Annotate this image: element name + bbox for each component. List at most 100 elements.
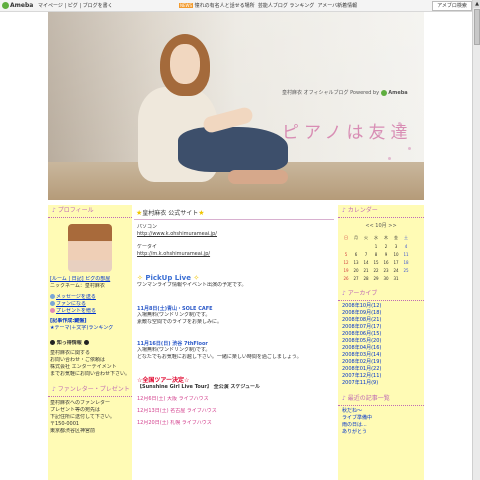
archive-link[interactable]: 2008年03月(14) [338, 352, 424, 359]
mobile-url-link[interactable]: http://m.k.ohshimurameai.jp/ [134, 251, 334, 258]
calendar-month-nav[interactable]: << 10月 >> [338, 222, 424, 229]
bullet-icon [50, 340, 55, 345]
calendar-day[interactable]: 15 [371, 258, 381, 266]
decor-dot [408, 147, 411, 150]
entry-title[interactable]: ★皇村麻衣 公式サイト★ [134, 205, 334, 220]
archive-link[interactable]: 2008年02月(19) [338, 359, 424, 366]
calendar-day[interactable]: 29 [371, 274, 381, 282]
archive-link[interactable]: 2008年06月(15) [338, 331, 424, 338]
calendar-day[interactable]: 24 [391, 266, 401, 274]
archive-link[interactable]: 2008年09月(18) [338, 310, 424, 317]
letter-line: 下記住所に送付して下さい。 [50, 414, 115, 420]
tour-heading: ☆全国ツアー決定☆ [137, 377, 190, 384]
info-heading: 知っ得情報 [48, 340, 132, 347]
become-fan-link[interactable]: ファンになる [48, 301, 132, 308]
blog-header-banner[interactable]: 皇村麻衣 オフィシャルブログ Powered by Ameba ピアノは友達 [48, 12, 424, 200]
info-line: 株式会社 エンターテイメント [50, 364, 117, 370]
calendar-day[interactable]: 11 [401, 250, 411, 258]
archive-link[interactable]: 2007年12月(11) [338, 373, 424, 380]
event-1-title[interactable]: 11月8日(土)青山・SOLE CAFE [134, 305, 334, 312]
recent-article-link[interactable]: 雨の日は... [338, 422, 424, 429]
archive-link[interactable]: 2008年10月(12) [338, 303, 424, 310]
letter-line: 皇村麻衣へのファンレター [50, 400, 111, 406]
calendar-day[interactable]: 28 [361, 274, 371, 282]
calendar-day[interactable]: 21 [361, 266, 371, 274]
info-line: 皇村麻衣に関する [50, 350, 91, 356]
letter-line: 東京都渋谷区神宮前 [50, 428, 96, 434]
ranking-heading[interactable]: [記事作成:鍵盤] [48, 318, 132, 325]
calendar-day[interactable]: 27 [351, 274, 361, 282]
recent-heading: ♪ 最近の記事一覧 [338, 393, 424, 406]
calendar-day[interactable]: 16 [381, 258, 391, 266]
calendar-day[interactable]: 25 [401, 266, 411, 274]
scroll-thumb[interactable] [474, 9, 480, 45]
calendar-day[interactable]: 22 [371, 266, 381, 274]
left-sidebar: ♪ プロフィール [ルーム | 日記] ピグの部屋 ニックネーム：皇村麻衣 メッ… [48, 205, 132, 480]
pickup-heading: ✧ PickUp Live ✧ [137, 274, 200, 282]
archive-link[interactable]: 2007年11月(9) [338, 380, 424, 387]
calendar-day[interactable]: 20 [351, 266, 361, 274]
present-link[interactable]: プレゼントを贈る [48, 308, 132, 315]
message-icon [50, 294, 55, 299]
profile-avatar[interactable] [68, 224, 112, 272]
weekday: 日 [344, 235, 348, 240]
calendar-day[interactable]: 1 [371, 242, 381, 250]
calendar-day[interactable]: 26 [341, 274, 351, 282]
header-photo-person [108, 32, 288, 200]
event-1-line: 入場無料(ワンドリンク制)です。 [137, 312, 211, 318]
calendar-day[interactable]: 14 [361, 258, 371, 266]
calendar-day[interactable] [341, 242, 351, 250]
pickup-sub: ワンマンライブ情報やイベント出演の予定です。 [137, 282, 247, 288]
pig-room-link[interactable]: [ルーム | 日記] ピグの部屋 [48, 276, 132, 283]
calendar-day[interactable]: 17 [391, 258, 401, 266]
calendar-day[interactable]: 2 [381, 242, 391, 250]
news-link-2[interactable]: 芸能人ブログ ランキング [258, 3, 314, 9]
calendar-day[interactable] [351, 242, 361, 250]
page-scrollbar[interactable]: ▲ [472, 0, 480, 480]
recent-article-link[interactable]: 秋だね～ [338, 408, 424, 415]
archive-link[interactable]: 2008年05月(20) [338, 338, 424, 345]
calendar-day[interactable]: 31 [391, 274, 401, 282]
calendar-day[interactable]: 6 [351, 250, 361, 258]
weekday: 木 [384, 235, 388, 240]
recent-article-link[interactable]: ありがとう [338, 429, 424, 436]
weekday: 金 [394, 235, 398, 240]
calendar-day[interactable]: 8 [371, 250, 381, 258]
scroll-up-arrow-icon[interactable]: ▲ [473, 0, 480, 8]
calendar-day[interactable]: 23 [381, 266, 391, 274]
letter-heading: ♪ ファンレター・プレゼント [48, 384, 132, 397]
event-2-title[interactable]: 11月16日(日) 渋谷 7thFloor [134, 340, 334, 347]
decor-dot [398, 122, 401, 125]
calendar-day[interactable]: 10 [391, 250, 401, 258]
top-nav[interactable]: マイページ | ピグ | ブログを書く [38, 2, 113, 9]
calendar-day[interactable]: 5 [341, 250, 351, 258]
archive-link[interactable]: 2008年04月(16) [338, 345, 424, 352]
tour-item[interactable]: 12月6日(土) 大阪 ライブハウス [134, 396, 334, 403]
recent-article-link[interactable]: ライブ準備中 [338, 415, 424, 422]
decor-dot [378, 132, 381, 135]
news-link[interactable]: 憧れの有名人と話せる場所 [195, 3, 255, 9]
ranking-sub[interactable]: ★テーマ(＋文字)ランキング [48, 325, 132, 332]
calendar-day[interactable]: 19 [341, 266, 351, 274]
tour-item[interactable]: 12月13日(土) 名古屋 ライブハウス [134, 408, 334, 415]
calendar-day[interactable]: 7 [361, 250, 371, 258]
calendar-day[interactable]: 30 [381, 274, 391, 282]
main-content: ★皇村麻衣 公式サイト★ パソコン http://www.k.ohshimura… [134, 205, 334, 480]
calendar-day[interactable]: 3 [391, 242, 401, 250]
send-message-link[interactable]: メッセージを送る [48, 294, 132, 301]
tour-item[interactable]: 12月20日(土) 札幌 ライブハウス [134, 420, 334, 427]
archive-link[interactable]: 2008年07月(17) [338, 324, 424, 331]
ameba-logo[interactable]: Ameba [2, 1, 33, 10]
calendar-day[interactable] [401, 274, 411, 282]
calendar-day[interactable]: 13 [351, 258, 361, 266]
news-link-3[interactable]: アメーバ新着情報 [317, 3, 357, 9]
archive-link[interactable]: 2008年01月(22) [338, 366, 424, 373]
calendar-day[interactable]: 18 [401, 258, 411, 266]
calendar-day[interactable]: 9 [381, 250, 391, 258]
ameblo-search-button[interactable]: アメブロ検索 [432, 1, 472, 11]
archive-link[interactable]: 2008年08月(21) [338, 317, 424, 324]
calendar-day[interactable]: 12 [341, 258, 351, 266]
calendar-day[interactable] [361, 242, 371, 250]
pc-url-link[interactable]: http://www.k.ohshimurameai.jp/ [134, 231, 334, 238]
calendar-day[interactable]: 4 [401, 242, 411, 250]
